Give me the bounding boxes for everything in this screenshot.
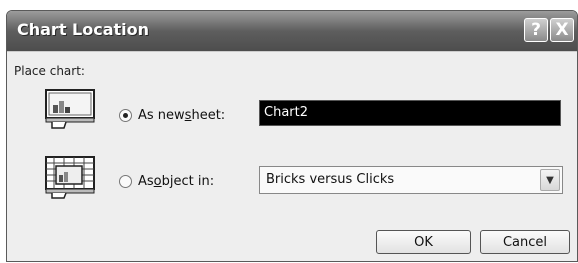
object-in-label-suffix: bject in:	[161, 174, 215, 189]
dialog-title: Chart Location	[17, 20, 150, 39]
new-sheet-chart-icon	[44, 88, 96, 132]
object-in-label-accel: o	[153, 174, 162, 189]
object-in-selected-value: Bricks versus Clicks	[266, 172, 395, 187]
new-sheet-name-input[interactable]: Chart2	[259, 100, 561, 126]
ok-button[interactable]: OK	[376, 230, 471, 254]
object-in-radio[interactable]	[119, 175, 132, 188]
chart-location-dialog: Chart Location ? X Place chart: As new s…	[6, 10, 578, 262]
new-sheet-radio[interactable]	[119, 109, 132, 122]
title-bar: Chart Location ? X	[7, 11, 577, 51]
object-in-select[interactable]: Bricks versus Clicks ▼	[259, 166, 563, 194]
cancel-button[interactable]: Cancel	[480, 230, 570, 254]
as-object-in-option[interactable]: As o bject in:	[119, 174, 214, 189]
close-button[interactable]: X	[550, 18, 574, 42]
chevron-down-icon[interactable]: ▼	[540, 169, 560, 191]
help-button[interactable]: ?	[524, 18, 548, 42]
new-sheet-label-prefix: As new	[138, 108, 185, 123]
as-new-sheet-option[interactable]: As new s heet:	[119, 108, 225, 123]
dialog-content: Place chart: As new s heet: Chart2 As o …	[7, 51, 577, 261]
new-sheet-label-accel: s	[184, 108, 192, 123]
new-sheet-label-suffix: heet:	[191, 108, 226, 123]
object-in-label-prefix: As	[138, 174, 154, 189]
embedded-chart-icon	[44, 155, 96, 199]
place-chart-label: Place chart:	[14, 64, 85, 78]
